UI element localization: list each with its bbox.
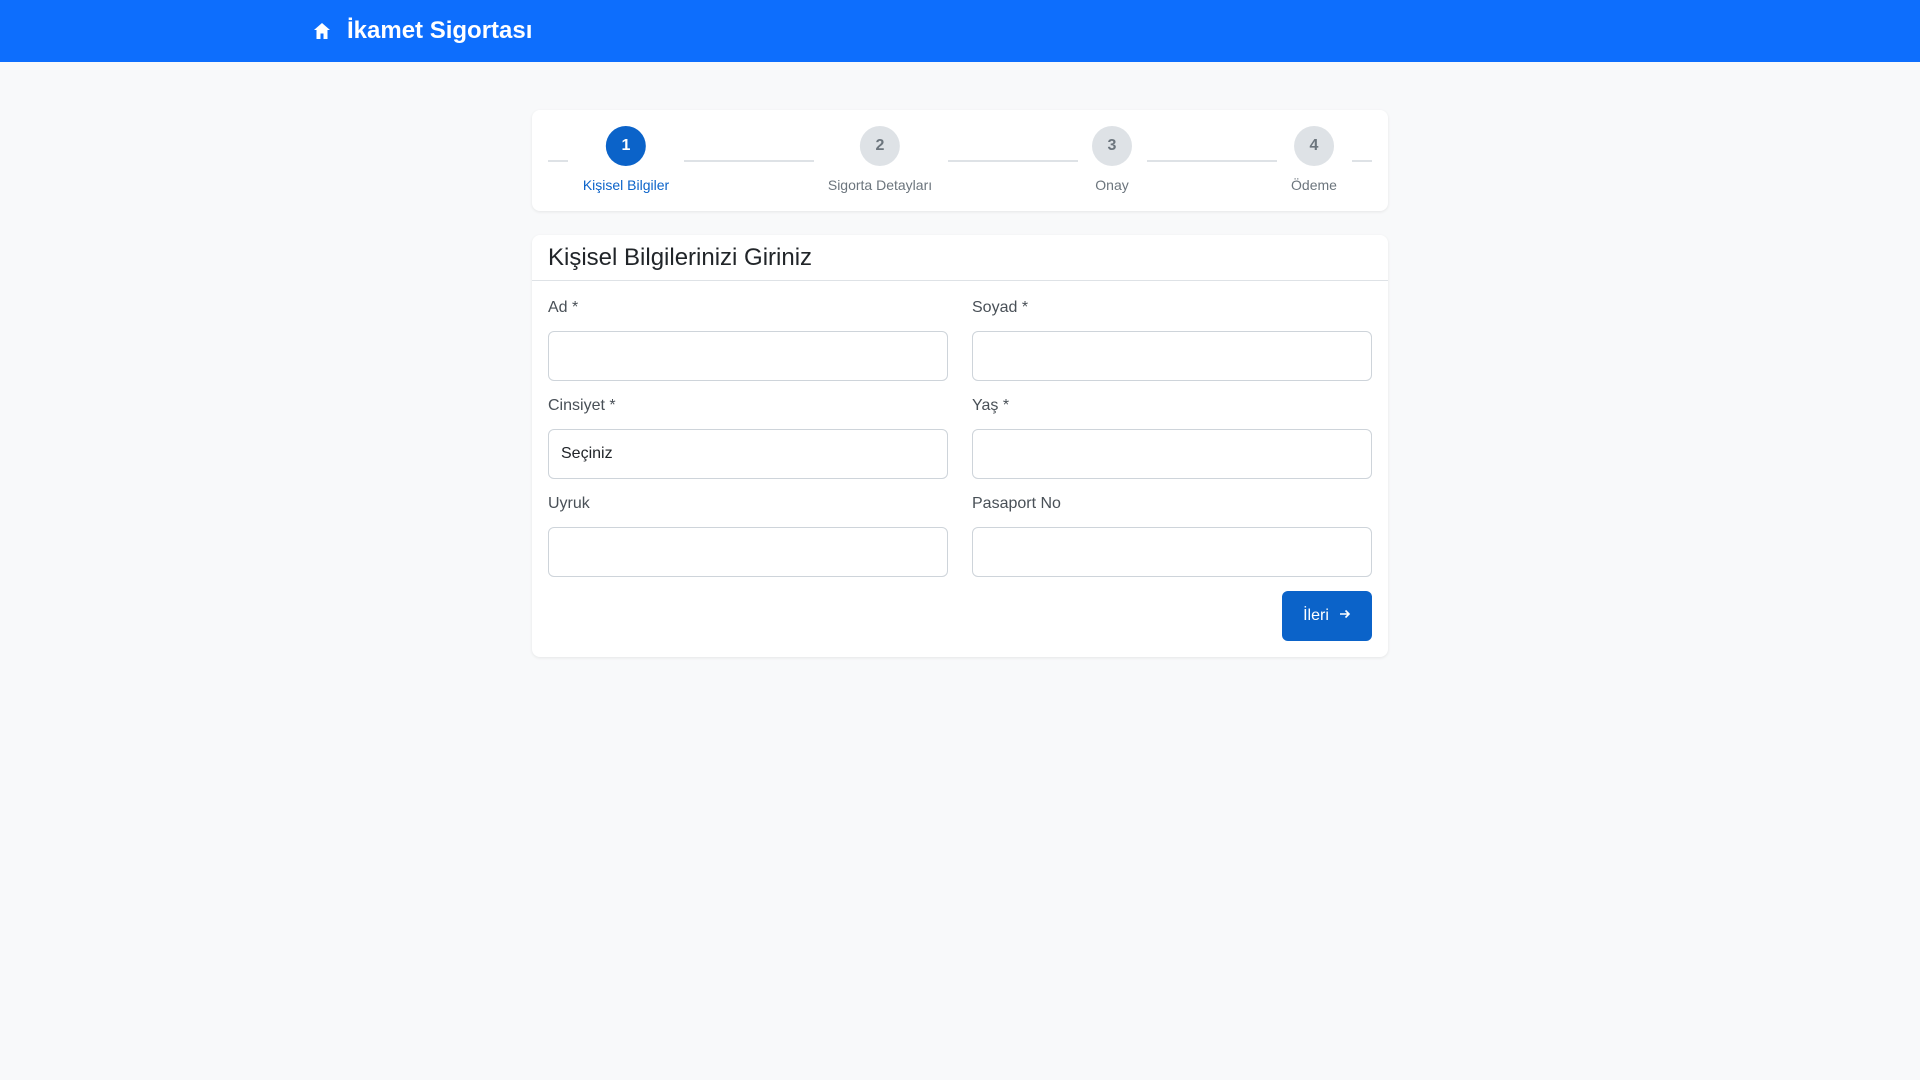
home-icon [311,20,333,42]
step-confirmation[interactable]: 3 Onay [1092,126,1132,193]
brand[interactable]: İkamet Sigortası [311,0,532,62]
step-label: Kişisel Bilgiler [582,177,670,193]
step-label: Ödeme [1291,177,1337,193]
step-number: 2 [860,126,900,166]
age-label: Yaş * [972,397,1010,414]
step-connector [1147,160,1277,162]
step-insurance-details[interactable]: 2 Sigorta Detayları [828,126,932,193]
last-name-field: Soyad * [972,298,1372,381]
nationality-label: Uyruk [548,495,590,512]
step-label: Onay [1095,177,1129,193]
personal-info-form: Kişisel Bilgilerinizi Giriniz Ad * Soyad… [532,235,1388,657]
form-header: Kişisel Bilgilerinizi Giriniz [532,235,1388,281]
next-button-label: İleri [1303,607,1329,624]
step-connector [1352,160,1372,162]
age-field: Yaş * [972,396,1372,479]
step-number: 4 [1293,126,1334,166]
brand-title: İkamet Sigortası [347,17,533,44]
nationality-field: Uyruk [548,494,948,577]
step-payment[interactable]: 4 Ödeme [1291,126,1337,193]
stepper: 1 Kişisel Bilgiler 2 Sigorta Detayları 3… [532,110,1388,211]
step-connector [948,160,1078,162]
passport-field: Pasaport No [972,494,1372,577]
first-name-input[interactable] [548,331,948,381]
gender-field: Cinsiyet * Seçiniz [548,396,948,479]
step-personal-info[interactable]: 1 Kişisel Bilgiler [583,126,669,193]
step-connector [684,160,814,162]
gender-select[interactable]: Seçiniz [548,429,948,479]
last-name-input[interactable] [972,331,1372,381]
first-name-label: Ad * [548,299,579,316]
form-title: Kişisel Bilgilerinizi Giriniz [548,243,813,271]
step-number: 1 [605,126,646,166]
step-label: Sigorta Detayları [827,177,933,193]
step-number: 3 [1092,126,1132,166]
age-input[interactable] [972,429,1372,479]
arrow-right-icon [1339,607,1351,625]
next-button[interactable]: İleri [1282,591,1372,641]
nationality-input[interactable] [548,527,948,577]
last-name-label: Soyad * [972,299,1029,316]
navbar: İkamet Sigortası [0,0,1920,62]
passport-input[interactable] [972,527,1372,577]
step-connector [548,160,568,162]
passport-label: Pasaport No [972,495,1061,512]
first-name-field: Ad * [548,298,948,381]
gender-label: Cinsiyet * [548,397,616,414]
